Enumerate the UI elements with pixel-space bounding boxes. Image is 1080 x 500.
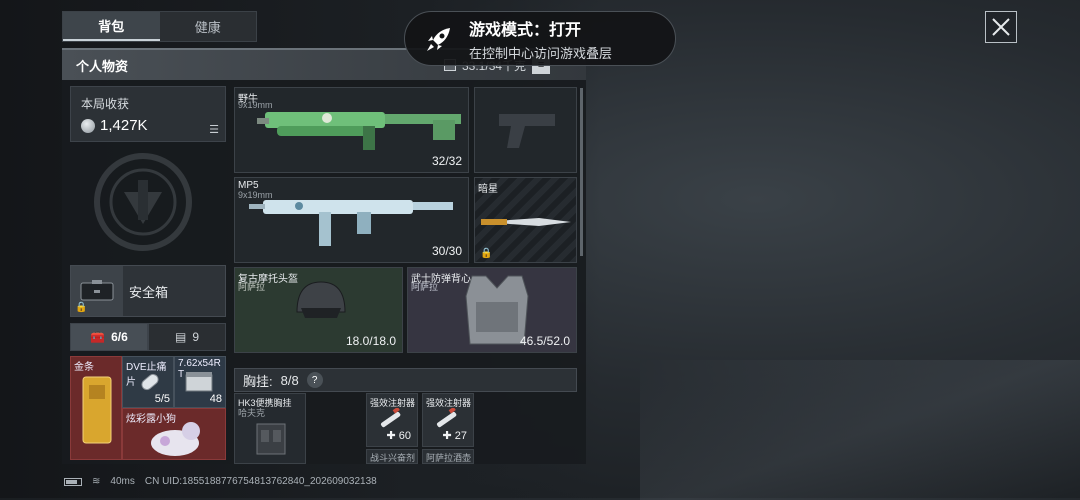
toast-subtitle: 在控制中心访问游戏叠层 xyxy=(469,45,613,61)
wifi-icon: ≋ xyxy=(92,476,101,487)
toy-dog-icon xyxy=(151,422,200,456)
item-name: 金条 xyxy=(74,362,94,373)
syringe-icon xyxy=(436,408,457,428)
coin-icon xyxy=(81,118,95,133)
mp5-rifle-icon xyxy=(249,200,453,246)
section-title-label: 个人物资 xyxy=(76,58,129,74)
pouch-icon: ▤ xyxy=(174,330,187,344)
helmet-maker: 阿萨拉 xyxy=(238,282,266,292)
item-gold-bar[interactable]: 金条 xyxy=(70,356,122,460)
tab-pouch[interactable]: ▤ 9 xyxy=(148,323,226,351)
lock-icon: 🔒 xyxy=(75,302,88,313)
earnings-card[interactable]: 本局收获 1,427K ☰ xyxy=(70,86,226,142)
close-icon xyxy=(992,18,1010,36)
bizon-rifle-icon xyxy=(257,112,461,150)
vest-maker: 阿萨拉 xyxy=(411,282,439,292)
weapon-ammo: 32/32 xyxy=(431,154,462,168)
item-painkiller[interactable]: DVE止痛片 5/5 xyxy=(122,356,174,408)
background-streak xyxy=(640,360,1080,500)
weapon-slot-melee[interactable]: 暗星 🔒 xyxy=(474,177,577,263)
weapon-name: 暗星 xyxy=(478,184,498,195)
weapon-slot-primary-2[interactable]: MP5 9x19mm 30/30 xyxy=(234,177,469,263)
weapon-scrollbar[interactable] xyxy=(580,88,583,256)
injector-count: 27 xyxy=(454,430,467,442)
earnings-value: 1,427K xyxy=(100,117,148,134)
earnings-label: 本局收获 xyxy=(81,97,130,111)
knife-icon xyxy=(481,218,571,226)
item-count: 5/5 xyxy=(154,393,170,405)
injector-slot-1[interactable]: 强效注射器 ✚ 60 xyxy=(366,393,418,447)
chest-rig-slot[interactable]: HK3便携胸挂 哈夫克 xyxy=(234,393,306,464)
top-tabs: 背包 健康 xyxy=(62,11,257,42)
weapon-slot-primary-1[interactable]: 野牛 9x19mm 32/32 xyxy=(234,87,469,173)
item-toy-dog[interactable]: 炫彩露小狗 xyxy=(122,408,226,460)
gold-bar-icon xyxy=(82,376,112,444)
close-button[interactable] xyxy=(985,11,1017,43)
safebox-label: 安全箱 xyxy=(129,284,169,300)
ping-value: 40ms xyxy=(110,476,135,487)
safebox-image: 🔒 xyxy=(71,266,123,316)
toolbox-icon: 🧰 xyxy=(90,330,106,344)
vest-slot[interactable]: 武士防弹背心 阿萨拉 46.5/52.0 xyxy=(407,267,577,353)
rocket-icon xyxy=(421,21,457,57)
pill-icon xyxy=(141,373,159,391)
weapon-ammo: 30/30 xyxy=(431,244,462,258)
tab-toolbox[interactable]: 🧰 6/6 xyxy=(70,323,148,351)
helmet-icon xyxy=(296,281,346,318)
item-count: 48 xyxy=(209,393,222,405)
helmet-durability: 18.0/18.0 xyxy=(345,334,396,348)
chest-rig-label: 胸挂: xyxy=(243,373,273,389)
safebox-slot[interactable]: 🔒 安全箱 xyxy=(70,265,226,317)
pistol-silhouette-icon xyxy=(499,114,555,148)
faction-emblem xyxy=(94,153,192,251)
safebox-icon xyxy=(80,280,114,301)
item-count: ✚ 60 xyxy=(386,430,411,442)
helmet-slot[interactable]: 复古摩托头盔 阿萨拉 18.0/18.0 xyxy=(234,267,403,353)
weapon-slot-pistol[interactable] xyxy=(474,87,577,173)
uid-text: CN UID:1855188776754813762840_2026090321… xyxy=(144,476,377,487)
item-name: 战斗兴奋剂 xyxy=(370,453,416,463)
list-icon[interactable]: ☰ xyxy=(209,123,219,136)
chest-rig-icon xyxy=(256,423,286,455)
battery-icon xyxy=(64,477,82,486)
injector-count: 60 xyxy=(398,430,411,442)
bottom-item-1[interactable]: 战斗兴奋剂 xyxy=(366,449,418,464)
injector-slot-2[interactable]: 强效注射器 ✚ 27 xyxy=(422,393,474,447)
syringe-icon xyxy=(380,408,401,428)
status-bar: ≋ 40ms CN UID:1855188776754813762840_202… xyxy=(64,476,377,487)
toast-title: 游戏模式：打开 xyxy=(469,21,582,39)
item-name: 阿萨拉酒壶 xyxy=(426,453,472,463)
chest-rig-header: 胸挂: 8/8 ? xyxy=(234,368,577,392)
item-count: ✚ 27 xyxy=(442,430,467,442)
tab-toolbox-count: 6/6 xyxy=(111,330,128,344)
chest-rig-maker: 哈夫克 xyxy=(238,408,266,418)
bottom-item-2[interactable]: 阿萨拉酒壶 xyxy=(422,449,474,464)
game-mode-toast[interactable]: 游戏模式：打开 在控制中心访问游戏叠层 xyxy=(404,11,676,66)
help-icon[interactable]: ? xyxy=(306,372,323,388)
vest-durability: 46.5/52.0 xyxy=(519,334,570,348)
safebox-items: 金条 DVE止痛片 5/5 7.62x54R T 48 炫彩露小狗 xyxy=(70,356,226,460)
ammo-box-icon xyxy=(185,372,213,392)
container-tabs: 🧰 6/6 ▤ 9 xyxy=(70,323,226,351)
lock-icon: 🔒 xyxy=(480,248,493,259)
chest-rig-count: 8/8 xyxy=(280,372,299,388)
tab-backpack[interactable]: 背包 xyxy=(63,12,160,41)
tab-pouch-count: 9 xyxy=(192,330,200,344)
tab-health[interactable]: 健康 xyxy=(160,12,257,41)
item-ammo[interactable]: 7.62x54R T 48 xyxy=(174,356,226,408)
